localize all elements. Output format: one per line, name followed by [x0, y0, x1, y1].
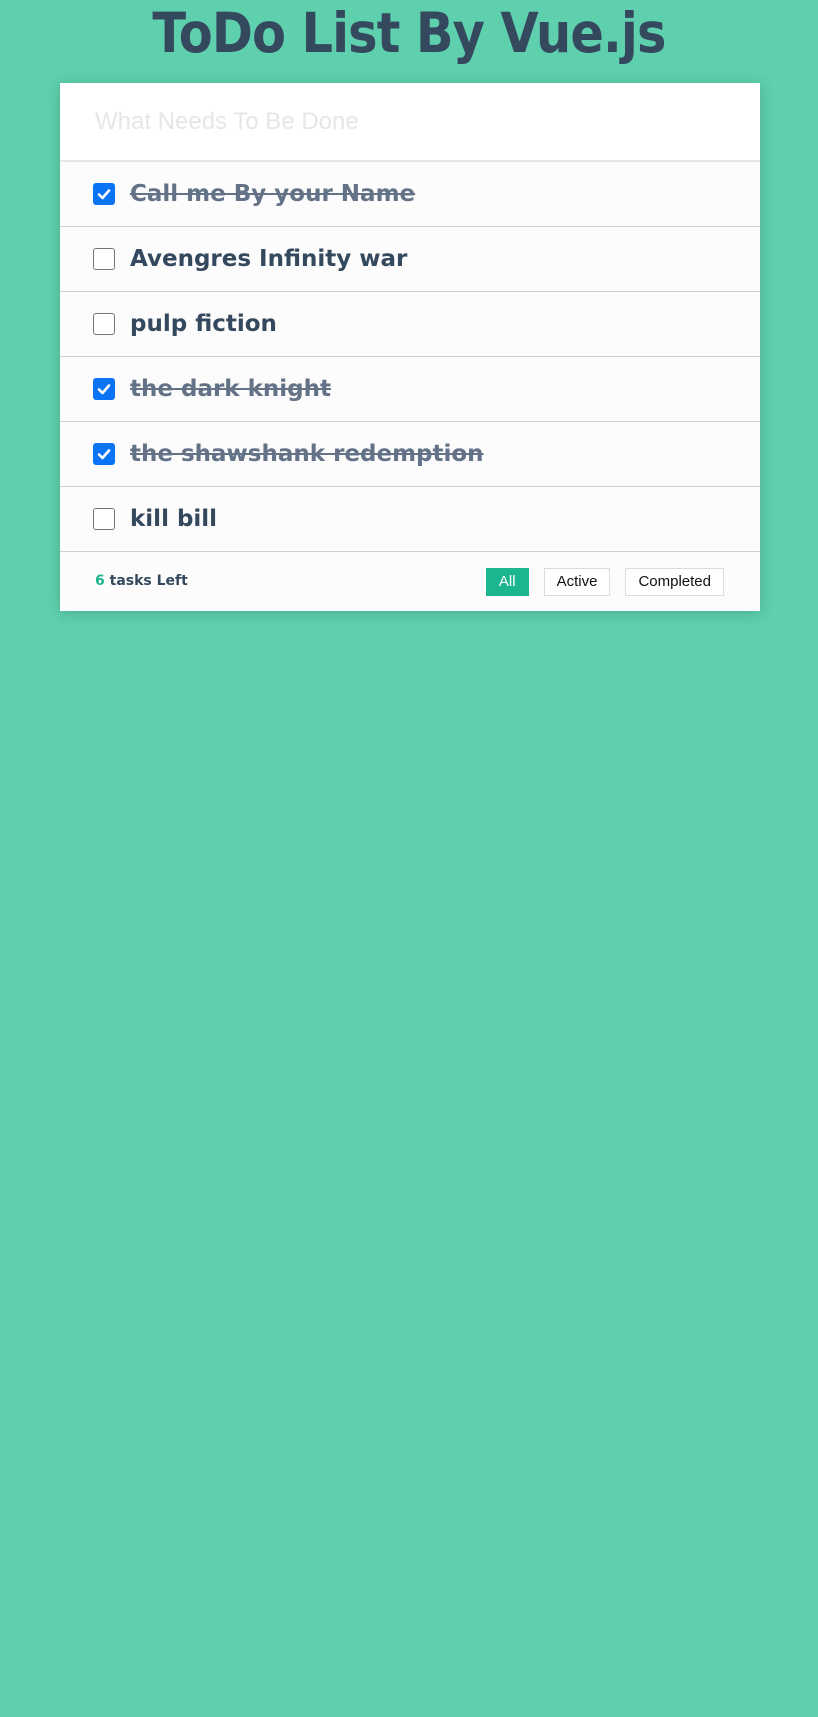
todo-list: Call me By your Name Avengres Infinity w…	[60, 162, 760, 552]
tasks-left-counter: 6 tasks Left	[95, 552, 188, 611]
todo-item: Call me By your Name	[60, 162, 760, 227]
tasks-left-number: 6	[95, 573, 105, 589]
todo-item: the dark knight	[60, 357, 760, 422]
todo-item: kill bill	[60, 487, 760, 552]
tasks-left-text: tasks Left	[104, 573, 188, 589]
page-title: ToDo List By Vue.js	[152, 1, 666, 65]
todo-footer: 6 tasks Left All Active Completed	[60, 552, 760, 611]
checkmark-icon	[97, 189, 111, 200]
todo-item: Avengres Infinity war	[60, 227, 760, 292]
filter-all-button[interactable]: All	[485, 568, 529, 596]
todo-label[interactable]: Avengres Infinity war	[130, 227, 407, 291]
todo-label[interactable]: pulp fiction	[130, 292, 277, 356]
todo-checkbox[interactable]	[93, 313, 115, 335]
todo-label[interactable]: the shawshank redemption	[130, 422, 484, 486]
todo-checkbox[interactable]	[93, 248, 115, 270]
todo-checkbox[interactable]	[93, 508, 115, 530]
todo-label[interactable]: Call me By your Name	[130, 162, 415, 226]
new-todo-wrapper	[60, 83, 760, 162]
checkmark-icon	[97, 449, 111, 460]
todo-label[interactable]: kill bill	[130, 487, 217, 551]
filter-active-button[interactable]: Active	[543, 568, 611, 596]
checkmark-icon	[97, 384, 111, 395]
todo-item: pulp fiction	[60, 292, 760, 357]
todo-label[interactable]: the dark knight	[130, 357, 331, 421]
new-todo-input[interactable]	[60, 83, 760, 160]
todo-item: the shawshank redemption	[60, 422, 760, 487]
filter-completed-button[interactable]: Completed	[625, 568, 724, 596]
todo-checkbox[interactable]	[93, 378, 115, 400]
filter-group: All Active Completed	[485, 568, 724, 596]
todo-card: Call me By your Name Avengres Infinity w…	[60, 83, 760, 611]
todo-checkbox[interactable]	[93, 183, 115, 205]
todo-checkbox[interactable]	[93, 443, 115, 465]
